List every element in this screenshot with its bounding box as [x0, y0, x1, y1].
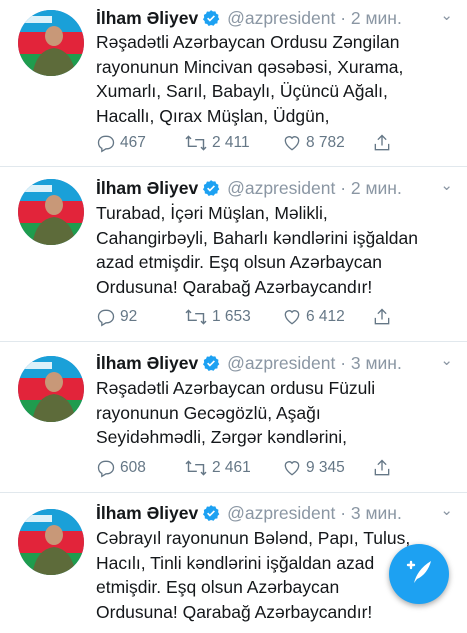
avatar-image [18, 509, 84, 575]
tweet-text: Rəşadətli Azərbaycan Ordusu Zəngilan ray… [96, 30, 436, 128]
tweet-timestamp[interactable]: 2 мин. [351, 178, 402, 198]
reply-button[interactable]: 467 [96, 133, 146, 153]
share-icon [372, 458, 392, 478]
avatar[interactable] [18, 509, 84, 575]
heart-icon [282, 458, 302, 478]
verified-badge-icon [202, 179, 220, 203]
tweet-timestamp[interactable]: 3 мин. [351, 503, 402, 523]
avatar[interactable] [18, 356, 84, 422]
reply-icon [96, 133, 116, 153]
share-button[interactable] [372, 307, 392, 327]
tweet[interactable]: İlham Əliyev @azpresident · 2 мин. ⌄ Tur… [0, 167, 467, 342]
tweet[interactable]: İlham Əliyev @azpresident · 3 мин. ⌄ Rəş… [0, 342, 467, 493]
retweet-button[interactable]: 1 653 [184, 307, 251, 327]
avatar-image [18, 356, 84, 422]
share-icon [372, 307, 392, 327]
tweet-actions: 92 1 653 6 412 [96, 307, 396, 329]
tweet-header: İlham Əliyev @azpresident · 2 мин. ⌄ [96, 6, 457, 33]
heart-icon [282, 307, 302, 327]
share-icon [372, 133, 392, 153]
author-name[interactable]: İlham Əliyev [96, 8, 198, 28]
retweet-icon [184, 458, 208, 478]
author-handle[interactable]: @azpresident [227, 178, 335, 198]
tweet-text-line: Hacallı, Qırax Müşlan, Üdgün, [96, 105, 330, 126]
reply-icon [96, 458, 116, 478]
tweet-text-line: Turabad, İçəri Müşlan, Məlikli, [96, 203, 328, 223]
tweet-timestamp[interactable]: 2 мин. [351, 8, 402, 28]
chevron-down-icon[interactable]: ⌄ [440, 349, 453, 373]
share-button[interactable] [372, 133, 392, 153]
reply-count: 467 [120, 134, 146, 151]
tweet-text-line: etmişdir. Eşq olsun Azərbaycan [96, 577, 340, 598]
like-count: 8 782 [306, 134, 345, 151]
tweet-text-line: Seyidəhmədli, Zərgər kəndlərini, [96, 427, 347, 448]
separator-dot: · [340, 178, 347, 198]
reply-button[interactable]: 608 [96, 458, 146, 478]
reply-count: 608 [120, 459, 146, 476]
tweet-text: Turabad, İçəri Müşlan, Məlikli, Cahangir… [96, 201, 436, 299]
tweet-text: Rəşadətli Azərbaycan ordusu Füzuli rayon… [96, 376, 436, 450]
tweet-text: Cəbrayıl rayonunun Bələnd, Papı, Tulus, … [96, 526, 436, 624]
tweet-actions: 467 2 411 8 782 [96, 133, 396, 155]
tweet-timestamp[interactable]: 3 мин. [351, 353, 402, 373]
like-count: 6 412 [306, 308, 345, 325]
author-handle[interactable]: @azpresident [227, 503, 335, 523]
retweet-icon [184, 133, 208, 153]
retweet-count: 2 411 [212, 134, 250, 151]
timeline: İlham Əliyev @azpresident · 2 мин. ⌄ Rəş… [0, 0, 467, 633]
reply-button[interactable]: 92 [96, 307, 137, 327]
tweet-text-line: Cəbrayıl rayonunun Bələnd, Papı, Tulus, [96, 528, 411, 548]
tweet-text-line: azad etmişdir. Eşq olsun Azərbaycan [96, 252, 382, 273]
reply-count: 92 [120, 308, 138, 325]
author-name[interactable]: İlham Əliyev [96, 353, 198, 373]
tweet-text-line: rayonunun Mincivan qəsəbəsi, Xurama, [96, 56, 404, 77]
tweet-text-line: Cahangirbəyli, Baharlı kəndlərini işğald… [96, 227, 418, 248]
like-button[interactable]: 9 345 [282, 458, 345, 478]
tweet-text-line: Ordusuna! Qarabağ Azərbaycandır! [96, 601, 373, 622]
retweet-count: 2 461 [212, 459, 251, 476]
tweet-text-line: rayonunun Gecəgözlü, Aşağı [96, 402, 321, 423]
tweet-header: İlham Əliyev @azpresident · 3 мин. ⌄ [96, 351, 457, 378]
share-button[interactable] [372, 458, 392, 478]
author-handle[interactable]: @azpresident [227, 8, 335, 28]
chevron-down-icon[interactable]: ⌄ [440, 499, 453, 523]
avatar-image [18, 10, 84, 76]
chevron-down-icon[interactable]: ⌄ [440, 4, 453, 28]
tweet-text-line: Rəşadətli Azərbaycan Ordusu Zəngilan [96, 32, 400, 52]
retweet-count: 1 653 [212, 308, 251, 325]
tweet-text-line: Rəşadətli Azərbaycan ordusu Füzuli [96, 378, 376, 398]
author-name[interactable]: İlham Əliyev [96, 503, 198, 523]
tweet-text-line: Hacılı, Tinli kəndlərini işğaldan azad [96, 552, 375, 573]
separator-dot: · [340, 503, 347, 523]
tweet-actions: 608 2 461 9 345 [96, 458, 396, 480]
retweet-button[interactable]: 2 461 [184, 458, 251, 478]
heart-icon [282, 133, 302, 153]
compose-tweet-button[interactable] [389, 544, 449, 604]
compose-tweet-icon [402, 555, 436, 594]
avatar[interactable] [18, 10, 84, 76]
avatar[interactable] [18, 179, 84, 245]
reply-icon [96, 307, 116, 327]
like-button[interactable]: 6 412 [282, 307, 345, 327]
tweet-header: İlham Əliyev @azpresident · 3 мин. ⌄ [96, 501, 457, 528]
chevron-down-icon[interactable]: ⌄ [440, 174, 453, 198]
like-button[interactable]: 8 782 [282, 133, 345, 153]
tweet-text-line: Xumarlı, Sarıl, Babaylı, Üçüncü Ağalı, [96, 81, 388, 102]
verified-badge-icon [202, 354, 220, 378]
like-count: 9 345 [306, 459, 345, 476]
verified-badge-icon [202, 504, 220, 528]
retweet-button[interactable]: 2 411 [184, 133, 250, 153]
retweet-icon [184, 307, 208, 327]
tweet[interactable]: İlham Əliyev @azpresident · 2 мин. ⌄ Rəş… [0, 0, 467, 167]
author-handle[interactable]: @azpresident [227, 353, 335, 373]
avatar-image [18, 179, 84, 245]
separator-dot: · [340, 353, 347, 373]
tweet-header: İlham Əliyev @azpresident · 2 мин. ⌄ [96, 176, 457, 203]
separator-dot: · [340, 8, 347, 28]
author-name[interactable]: İlham Əliyev [96, 178, 198, 198]
tweet-text-line: Ordusuna! Qarabağ Azərbaycandır! [96, 276, 373, 297]
